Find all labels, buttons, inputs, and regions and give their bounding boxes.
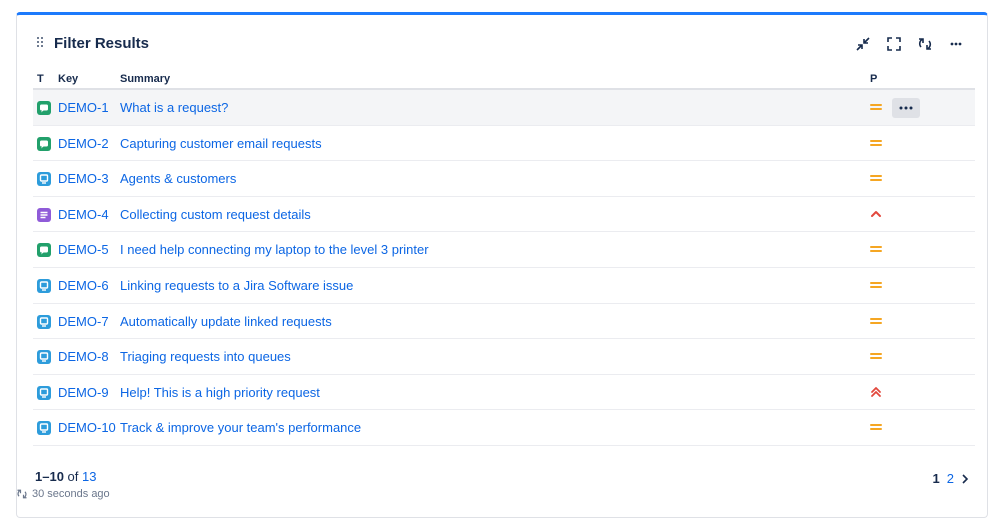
table-row[interactable]: DEMO-7 Automatically update linked reques… bbox=[33, 304, 975, 340]
table-row[interactable]: DEMO-6 Linking requests to a Jira Softwar… bbox=[33, 268, 975, 304]
page-2[interactable]: 2 bbox=[947, 471, 954, 486]
refresh-time: 30 seconds ago bbox=[32, 488, 110, 500]
table-body: DEMO-1 What is a request? DEMO-2 Capturing … bbox=[33, 90, 975, 446]
issue-summary[interactable]: Agents & customers bbox=[120, 171, 236, 186]
question-type-icon bbox=[37, 243, 51, 258]
service-type-icon bbox=[37, 385, 51, 400]
issue-key[interactable]: DEMO-4 bbox=[58, 207, 109, 222]
table-row[interactable]: DEMO-9 Help! This is a high priority requ… bbox=[33, 375, 975, 411]
refresh-icon[interactable] bbox=[914, 34, 936, 54]
priority-medium-icon bbox=[869, 314, 883, 328]
question-type-icon bbox=[37, 136, 51, 151]
results-table: T Key Summary P DEMO-1 What is a request?… bbox=[33, 69, 975, 446]
issue-summary[interactable]: Track & improve your team's performance bbox=[120, 420, 361, 435]
chevron-right-icon[interactable] bbox=[961, 473, 969, 484]
column-header-priority[interactable]: P bbox=[870, 73, 877, 85]
gadget-header: Filter Results bbox=[17, 15, 987, 71]
gadget-actions bbox=[852, 34, 967, 54]
table-row[interactable]: DEMO-5 I need help connecting my laptop t… bbox=[33, 232, 975, 268]
issue-summary[interactable]: Capturing customer email requests bbox=[120, 136, 322, 151]
service-type-icon bbox=[37, 172, 51, 187]
filter-results-gadget: Filter Results T Key Summary P DEMO-1 Wha… bbox=[16, 12, 988, 518]
task-type-icon bbox=[37, 207, 51, 222]
table-header: T Key Summary P bbox=[33, 69, 975, 90]
priority-medium-icon bbox=[869, 171, 883, 185]
row-actions-button[interactable] bbox=[892, 98, 920, 118]
issue-key[interactable]: DEMO-8 bbox=[58, 349, 109, 364]
table-row[interactable]: DEMO-3 Agents & customers bbox=[33, 161, 975, 197]
gadget-title: Filter Results bbox=[54, 35, 150, 52]
issue-summary[interactable]: What is a request? bbox=[120, 100, 228, 115]
issue-summary[interactable]: Help! This is a high priority request bbox=[120, 385, 320, 400]
issue-summary[interactable]: I need help connecting my laptop to the … bbox=[120, 242, 429, 257]
column-header-summary[interactable]: Summary bbox=[120, 73, 170, 85]
result-count: 1–10 of 13 bbox=[35, 469, 96, 484]
service-type-icon bbox=[37, 350, 51, 365]
priority-medium-icon bbox=[869, 136, 883, 150]
priority-medium-icon bbox=[869, 349, 883, 363]
result-of: of bbox=[67, 469, 79, 484]
table-row[interactable]: DEMO-10 Track & improve your team's perfo… bbox=[33, 410, 975, 446]
priority-medium-icon bbox=[869, 420, 883, 434]
service-type-icon bbox=[37, 314, 51, 329]
priority-high-icon bbox=[869, 207, 883, 221]
service-type-icon bbox=[37, 278, 51, 293]
table-row[interactable]: DEMO-8 Triaging requests into queues bbox=[33, 339, 975, 375]
priority-medium-icon bbox=[869, 278, 883, 292]
issue-summary[interactable]: Triaging requests into queues bbox=[120, 349, 291, 364]
priority-medium-icon bbox=[869, 242, 883, 256]
issue-key[interactable]: DEMO-5 bbox=[58, 242, 109, 257]
fullscreen-icon[interactable] bbox=[883, 34, 905, 54]
priority-medium-icon bbox=[869, 100, 883, 114]
column-header-type[interactable]: T bbox=[37, 73, 44, 85]
last-refreshed: 30 seconds ago bbox=[16, 488, 110, 500]
more-icon[interactable] bbox=[945, 34, 967, 54]
issue-key[interactable]: DEMO-6 bbox=[58, 278, 109, 293]
issue-summary[interactable]: Linking requests to a Jira Software issu… bbox=[120, 278, 353, 293]
pagination: 1 2 bbox=[933, 471, 969, 486]
issue-summary[interactable]: Collecting custom request details bbox=[120, 207, 311, 222]
page-1: 1 bbox=[932, 471, 940, 486]
result-range: 1–10 bbox=[35, 469, 64, 484]
column-header-key[interactable]: Key bbox=[58, 73, 78, 85]
question-type-icon bbox=[37, 101, 51, 115]
issue-key[interactable]: DEMO-2 bbox=[58, 136, 109, 151]
table-row[interactable]: DEMO-1 What is a request? bbox=[33, 90, 975, 126]
minimize-icon[interactable] bbox=[852, 34, 874, 54]
table-row[interactable]: DEMO-4 Collecting custom request details bbox=[33, 197, 975, 233]
issue-summary[interactable]: Automatically update linked requests bbox=[120, 314, 332, 329]
service-type-icon bbox=[37, 421, 51, 436]
issue-key[interactable]: DEMO-10 bbox=[58, 420, 116, 435]
table-row[interactable]: DEMO-2 Capturing customer email requests bbox=[33, 126, 975, 162]
priority-highest-icon bbox=[869, 385, 883, 399]
result-total[interactable]: 13 bbox=[82, 469, 96, 484]
drag-handle-icon[interactable] bbox=[37, 37, 45, 49]
issue-key[interactable]: DEMO-7 bbox=[58, 314, 109, 329]
issue-key[interactable]: DEMO-1 bbox=[58, 100, 109, 115]
issue-key[interactable]: DEMO-3 bbox=[58, 171, 109, 186]
refresh-small-icon bbox=[17, 489, 27, 499]
issue-key[interactable]: DEMO-9 bbox=[58, 385, 109, 400]
